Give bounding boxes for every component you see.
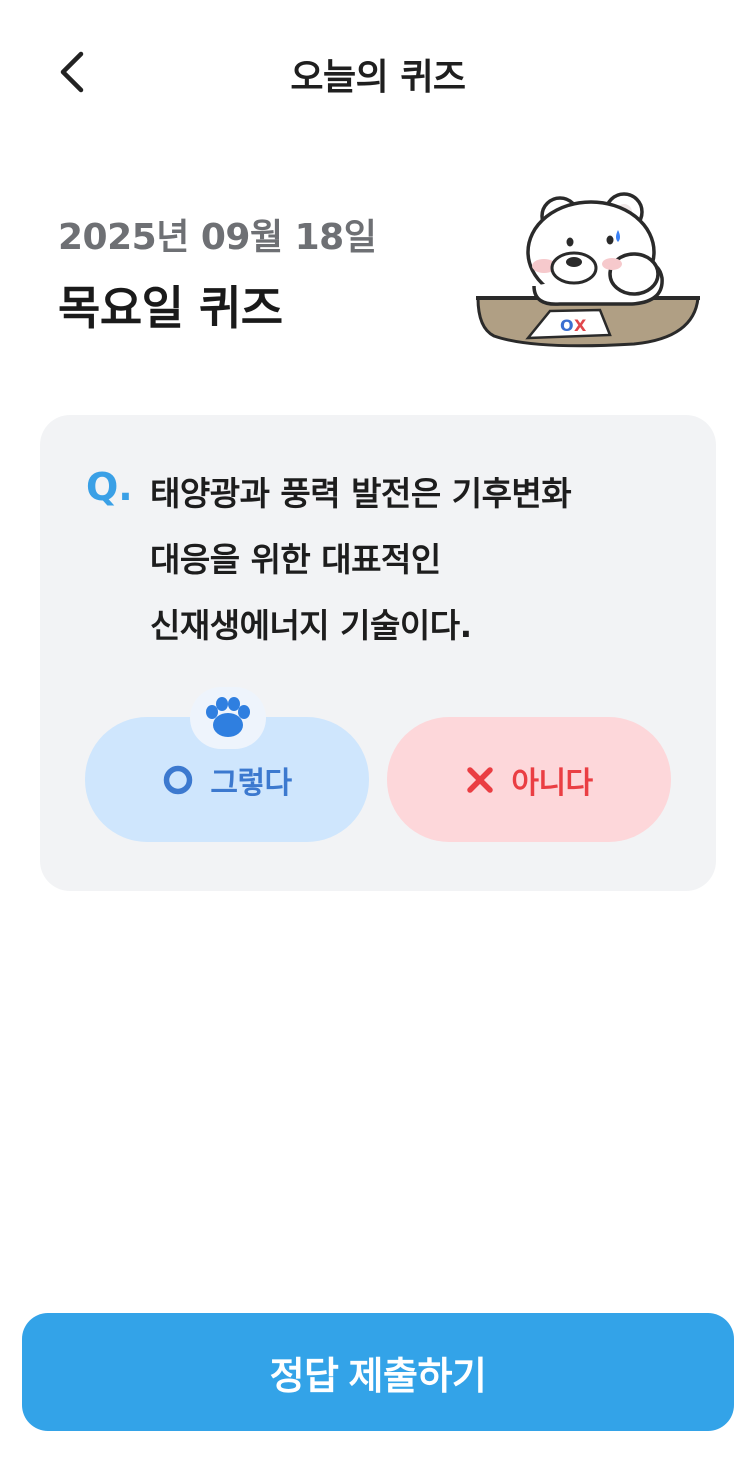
submit-answer-button[interactable]: 정답 제출하기	[22, 1313, 734, 1431]
answer-no-label: 아니다	[511, 765, 593, 801]
question-marker: Q.	[86, 465, 133, 509]
question-line: 대응을 위한 대표적인	[150, 540, 441, 579]
header: 오늘의 퀴즈	[0, 0, 756, 140]
question-line: 신재생에너지 기술이다.	[150, 606, 472, 645]
submit-answer-label: 정답 제출하기	[269, 1355, 487, 1398]
question-line: 태양광과 풍력 발전은 기후변화	[150, 474, 572, 513]
ox-sheet-letter: X	[574, 316, 587, 335]
selection-indicator	[190, 687, 266, 749]
quiz-day-title: 목요일 퀴즈	[58, 281, 283, 335]
answer-yes-label: 그렇다	[210, 765, 292, 801]
x-icon	[467, 766, 494, 793]
paw-icon	[206, 697, 250, 737]
bear-illustration: OX	[476, 192, 700, 348]
page-title: 오늘의 퀴즈	[290, 57, 466, 98]
ox-sheet-letter: O	[560, 316, 574, 335]
circle-o-icon	[164, 765, 193, 794]
question-card: Q. 태양광과 풍력 발전은 기후변화 대응을 위한 대표적인 신재생에너지 기…	[40, 415, 716, 891]
answer-no-button[interactable]: 아니다	[387, 717, 671, 842]
quiz-screen: 오늘의 퀴즈 2025년 09월 18일 목요일 퀴즈 OX Q. 태양광과 풍…	[0, 0, 756, 1476]
question-text: 태양광과 풍력 발전은 기후변화 대응을 위한 대표적인 신재생에너지 기술이다…	[150, 461, 670, 659]
quiz-date: 2025년 09월 18일	[58, 217, 377, 258]
